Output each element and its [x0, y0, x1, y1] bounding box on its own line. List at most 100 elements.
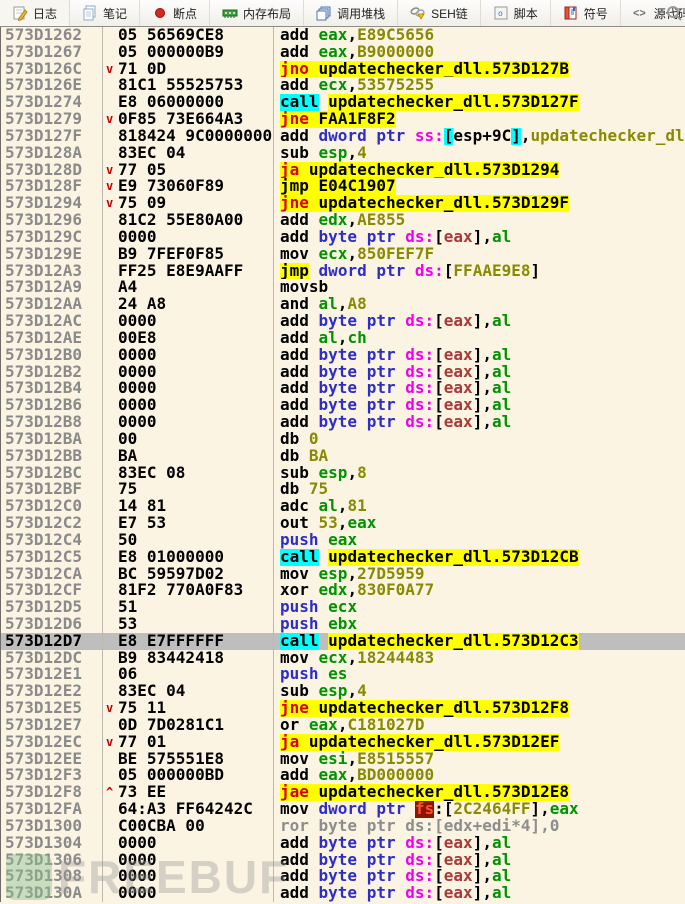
disasm-row[interactable]: 573D12B60000add byte ptr ds:[eax],al [1, 397, 685, 414]
instruction-cell: db 0 [274, 431, 685, 448]
opcode-bytes-cell: 64:A3 FF64242C [118, 801, 253, 818]
opcode-bytes-cell: FF25 E8E9AAFF [118, 263, 243, 280]
disasm-row[interactable]: 573D127F818424 9C0000000add dword ptr ss… [1, 128, 685, 145]
disasm-row[interactable]: 573D12A3FF25 E8E9AAFFjmp dword ptr ds:[F… [1, 263, 685, 280]
disasm-row[interactable]: 573D1274E8 06000000call updatechecker_dl… [1, 94, 685, 111]
disasm-row[interactable]: 573D12BF75db 75 [1, 481, 685, 498]
tab-seh-chain[interactable]: SEH链 [398, 0, 481, 26]
disasm-row[interactable]: 573D126E81C1 55525753add ecx,53575255 [1, 77, 685, 94]
disasm-row[interactable]: 573D12E70D 7D0281C1or eax,C181027D [1, 717, 685, 734]
instruction-cell: add al,ch [274, 330, 685, 347]
disasm-row[interactable]: 573D129681C2 55E80A00add edx,AE855 [1, 212, 685, 229]
disasm-row[interactable]: 573D12B20000add byte ptr ds:[eax],al [1, 364, 685, 381]
disasm-row[interactable]: 573D12BC83EC 08sub esp,8 [1, 465, 685, 482]
disasm-row[interactable]: 573D128A83EC 04sub esp,4 [1, 145, 685, 162]
disasm-row[interactable]: 573D12F305 000000BDadd eax,BD000000 [1, 767, 685, 784]
disasm-row[interactable]: 573D126205 56569CE8add eax,E89C5656 [1, 27, 685, 44]
tab-memory-map[interactable]: 内存布局 [210, 0, 304, 26]
disasm-row[interactable]: 573D12DCB9 83442418mov ecx,18244483 [1, 650, 685, 667]
instruction-cell: mov dword ptr fs:[2C2464FF],eax [274, 801, 685, 818]
disasm-row[interactable]: 573D130A0000add byte ptr ds:[eax],al [1, 885, 685, 902]
opcode-bytes-cell: B9 7FEF0F85 [118, 246, 224, 263]
instruction-cell: add byte ptr ds:[eax],al [274, 364, 685, 381]
disasm-row[interactable]: 573D12FA64:A3 FF64242Cmov dword ptr fs:[… [1, 801, 685, 818]
opcode-bytes-cell: 06 [118, 666, 137, 683]
disasm-row[interactable]: 573D12C450push eax [1, 532, 685, 549]
address-cell: 573D1279 [1, 111, 103, 128]
instruction-cell: call updatechecker_dll.573D12CB [274, 549, 685, 566]
disasm-row[interactable]: 573D129EB9 7FEF0F85mov ecx,850FEF7F [1, 246, 685, 263]
address-cell: 573D12BC [1, 465, 103, 482]
arrow-spacer [103, 229, 118, 246]
disasm-row[interactable]: 573D12C5E8 01000000call updatechecker_dl… [1, 549, 685, 566]
arrow-spacer [103, 767, 118, 784]
opcode-bytes-cell: 0000 [118, 347, 157, 364]
disasm-row[interactable]: 573D12A9A4movsb [1, 279, 685, 296]
disasm-row[interactable]: 573D12BA00db 0 [1, 431, 685, 448]
disasm-row[interactable]: 573D12D551push ecx [1, 599, 685, 616]
disasm-row[interactable]: 573D12E283EC 04sub esp,4 [1, 683, 685, 700]
disasm-row[interactable]: 573D12AE00E8add al,ch [1, 330, 685, 347]
disasm-row[interactable]: 573D1300C00CBA 00ror byte ptr ds:[edx+ed… [1, 818, 685, 835]
disasm-row[interactable]: 573D12AA24 A8and al,A8 [1, 296, 685, 313]
address-cell: 573D128F [1, 178, 103, 195]
opcode-bytes-cell: E8 01000000 [118, 549, 224, 566]
opcode-bytes-cell: E7 53 [118, 515, 166, 532]
disasm-row[interactable]: 573D12B40000add byte ptr ds:[eax],al [1, 380, 685, 397]
disasm-row[interactable]: 573D13060000add byte ptr ds:[eax],al [1, 852, 685, 869]
opcode-bytes-cell: 0000 [118, 835, 157, 852]
disasm-row[interactable]: 573D12ECv77 01ja updatechecker_dll.573D1… [1, 734, 685, 751]
disasm-row[interactable]: 573D12BBBAdb BA [1, 448, 685, 465]
arrow-spacer [103, 532, 118, 549]
opcode-bytes-cell: 75 [118, 481, 137, 498]
disasm-row[interactable]: 573D12C2E7 53out 53,eax [1, 515, 685, 532]
jump-down-arrow-icon: v [103, 734, 118, 751]
disasm-row[interactable]: 573D12CF81F2 770A0F83xor edx,830F0A77 [1, 582, 685, 599]
opcode-bytes-cell: 75 11 [118, 700, 166, 717]
disasm-row[interactable]: 573D1294v75 09jne updatechecker_dll.573D… [1, 195, 685, 212]
tab-call-stack[interactable]: 调用堆栈 [304, 0, 398, 26]
disasm-row[interactable]: 573D128Dv77 05ja updatechecker_dll.573D1… [1, 162, 685, 179]
disasm-row[interactable]: 573D13040000add byte ptr ds:[eax],al [1, 835, 685, 852]
disasm-row[interactable]: 573D1279v0F85 73E664A3jne FAA1F8F2 [1, 111, 685, 128]
arrow-spacer [103, 835, 118, 852]
tab-notes[interactable]: 笔记 [70, 0, 140, 26]
tab-script[interactable]: o脚本 [481, 0, 551, 26]
arrow-spacer [103, 566, 118, 583]
address-cell: 573D126C [1, 61, 103, 78]
disasm-row[interactable]: 573D12E5v75 11jne updatechecker_dll.573D… [1, 700, 685, 717]
disasm-row[interactable]: 573D12EEBE 575551E8mov esi,E8515557 [1, 751, 685, 768]
address-cell: 573D12D7 [1, 633, 103, 650]
opcode-bytes-cell: 24 A8 [118, 296, 166, 313]
opcode-bytes-cell: 0F85 73E664A3 [118, 111, 243, 128]
disasm-row[interactable]: 573D12B00000add byte ptr ds:[eax],al [1, 347, 685, 364]
disasm-row-selected[interactable]: 573D12D7E8 E7FFFFFFcall updatechecker_dl… [1, 633, 685, 650]
tab-breakpoints[interactable]: 断点 [140, 0, 210, 26]
opcode-bytes-cell: 0000 [118, 229, 157, 246]
address-cell: 573D12C0 [1, 498, 103, 515]
instruction-cell: push es [274, 666, 685, 683]
disasm-row[interactable]: 573D12B80000add byte ptr ds:[eax],al [1, 414, 685, 431]
opcode-bytes-cell: C00CBA 00 [118, 818, 205, 835]
disasm-row[interactable]: 573D12D653push ebx [1, 616, 685, 633]
tab-log[interactable]: 日志 [0, 0, 70, 26]
disasm-row[interactable]: 573D12E106push es [1, 666, 685, 683]
disasm-row[interactable]: 573D13080000add byte ptr ds:[eax],al [1, 868, 685, 885]
search-icon[interactable] [665, 4, 683, 22]
disasm-row[interactable]: 573D128FvE9 73060F89jmp E04C1907 [1, 178, 685, 195]
tab-label: 断点 [173, 5, 197, 22]
disasm-row[interactable]: 573D126705 000000B9add eax,B9000000 [1, 44, 685, 61]
disasm-row[interactable]: 573D12CABC 59597D02mov esp,27D5959 [1, 566, 685, 583]
address-cell: 573D1296 [1, 212, 103, 229]
tab-bar: 日志笔记断点内存布局调用堆栈SEH链o脚本符号<>源代码 [0, 0, 685, 27]
disasm-row[interactable]: 573D12AC0000add byte ptr ds:[eax],al [1, 313, 685, 330]
opcode-bytes-cell: E8 06000000 [118, 94, 224, 111]
jump-down-arrow-icon: v [103, 61, 118, 78]
disasm-row[interactable]: 573D12F8^73 EEjae updatechecker_dll.573D… [1, 784, 685, 801]
disasm-row[interactable]: 573D129C0000add byte ptr ds:[eax],al [1, 229, 685, 246]
instruction-cell: add edx,AE855 [274, 212, 685, 229]
disasm-row[interactable]: 573D12C014 81adc al,81 [1, 498, 685, 515]
opcode-bytes-cell: 53 [118, 616, 137, 633]
disasm-row[interactable]: 573D126Cv71 0Djno updatechecker_dll.573D… [1, 61, 685, 78]
tab-symbols[interactable]: 符号 [551, 0, 621, 26]
